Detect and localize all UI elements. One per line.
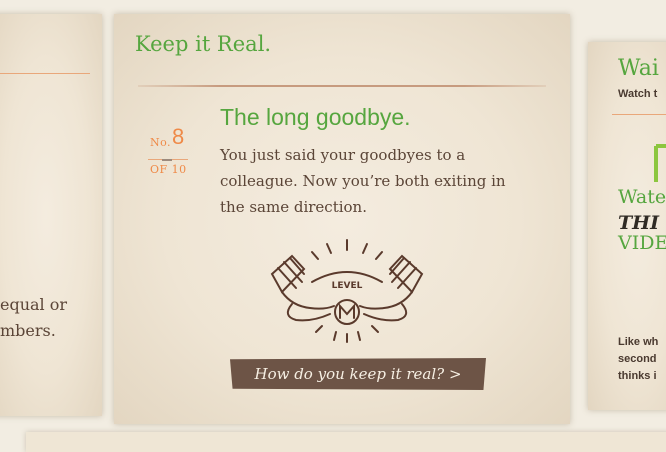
item-description-line: the same direction. <box>220 198 367 216</box>
level-label: LEVEL <box>332 281 363 291</box>
badge-prefix: No. <box>150 136 172 149</box>
left-divider <box>0 73 90 74</box>
item-title: The long goodbye. <box>220 104 411 130</box>
badge-number: 8 <box>172 124 185 149</box>
right-card-subtitle: Watch t <box>618 88 658 100</box>
item-description-line: You just said your goodbyes to a <box>220 146 466 164</box>
main-card: Keep it Real. No. 8 OF 10 The long goodb… <box>114 14 570 424</box>
keep-it-real-button[interactable]: How do you keep it real? > <box>230 358 486 390</box>
left-card-text-line: mbers. <box>0 321 56 340</box>
right-card-text-line: thinks i <box>618 370 657 382</box>
badge-total: OF 10 <box>150 163 187 176</box>
heading-divider <box>138 85 546 87</box>
section-heading: Keep it Real. <box>135 32 272 56</box>
right-card-divider <box>612 114 666 115</box>
right-card-text-line: second <box>618 353 657 365</box>
right-card-promo-line: VIDE <box>618 232 666 254</box>
left-card: equal or mbers. <box>0 14 102 416</box>
right-card-promo-line: THI <box>618 212 659 234</box>
bottom-card-edge <box>26 432 666 452</box>
left-card-text-line: equal or <box>0 295 68 314</box>
right-card-title: Wai <box>618 56 659 81</box>
right-card-text-line: Like wh <box>618 336 659 348</box>
level-illustration-icon: LEVEL <box>270 239 424 343</box>
right-card-promo-line: Wate <box>618 186 666 208</box>
badge-divider-accent <box>162 159 172 161</box>
item-description-line: colleague. Now you’re both exiting in <box>220 172 506 190</box>
right-card: Wai Watch t Wate THI VIDE Like wh second… <box>588 42 666 410</box>
